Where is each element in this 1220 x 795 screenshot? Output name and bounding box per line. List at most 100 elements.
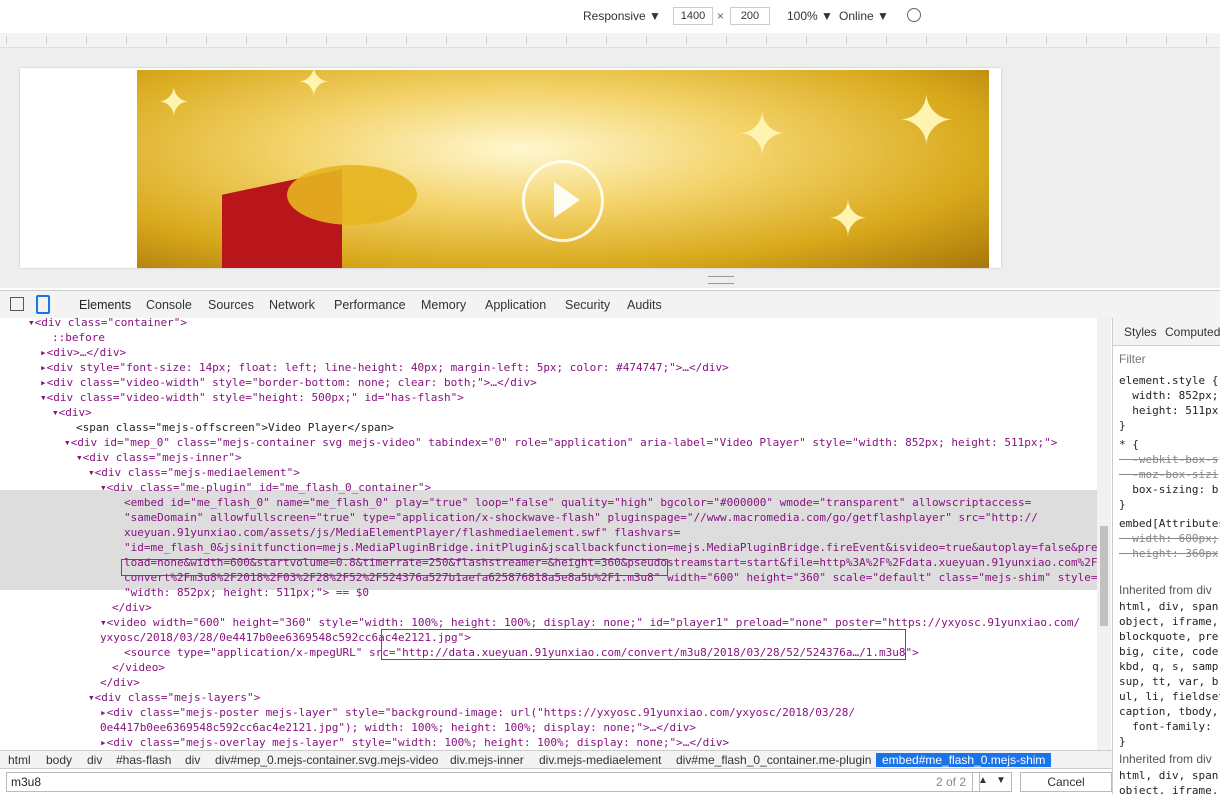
tab-memory[interactable]: Memory xyxy=(421,298,466,312)
style-rule-line[interactable]: } xyxy=(1119,735,1126,748)
style-rule-line[interactable]: } xyxy=(1119,498,1126,511)
tab-security[interactable]: Security xyxy=(565,298,610,312)
style-rule-line[interactable]: sup, tt, var, b, xyxy=(1119,675,1220,688)
styles-panel: Styles Computed element.style { width: 8… xyxy=(1112,318,1220,794)
styles-filter-input[interactable] xyxy=(1117,350,1217,368)
style-rule-line[interactable]: * { xyxy=(1119,438,1139,451)
breadcrumb-item[interactable]: body xyxy=(46,753,72,767)
breadcrumb-item[interactable]: embed#me_flash_0.mejs-shim xyxy=(876,753,1052,767)
dom-node-line[interactable]: ▸<div class="mejs-poster mejs-layer" sty… xyxy=(100,705,855,720)
search-input[interactable] xyxy=(6,772,980,792)
star-decoration: ✦ xyxy=(297,70,331,105)
style-rule-line[interactable]: width: 600px; xyxy=(1119,532,1218,545)
style-rule-line[interactable]: blockquote, pre, xyxy=(1119,630,1220,643)
style-rule-line[interactable]: object, iframe, xyxy=(1119,784,1218,794)
elements-scrollbar[interactable] xyxy=(1097,318,1111,750)
style-rule-line[interactable]: -webkit-box-s xyxy=(1119,453,1218,466)
breadcrumb-item[interactable]: div#mep_0.mejs-container.svg.mejs-video xyxy=(215,753,438,767)
star-decoration: ✦ xyxy=(827,191,869,247)
media-query-ruler xyxy=(0,33,1220,48)
dom-node-line[interactable]: ▾<video width="600" height="360" style="… xyxy=(100,615,1080,630)
dom-node-line[interactable]: ▸<div class="video-width" style="border-… xyxy=(40,375,537,390)
breadcrumb-item[interactable]: div.mejs-mediaelement xyxy=(539,753,662,767)
style-rule-line[interactable]: ul, li, fieldset xyxy=(1119,690,1220,703)
zoom-select[interactable]: 100% ▼ xyxy=(787,9,833,23)
search-match-count: 2 of 2 xyxy=(936,775,967,789)
tab-computed[interactable]: Computed xyxy=(1165,325,1220,339)
style-rule-line[interactable]: object, iframe, xyxy=(1119,615,1218,628)
style-rule-line[interactable]: caption, tbody, xyxy=(1119,705,1218,718)
dom-node-line[interactable]: ▾<div class="video-width" style="height:… xyxy=(40,390,464,405)
style-rule-line[interactable]: html, div, span, xyxy=(1119,769,1220,782)
dom-node-line[interactable]: ▾<div class="container"> xyxy=(28,318,187,330)
dom-node-line[interactable]: "width: 852px; height: 511px;"> == $0 xyxy=(124,585,369,600)
tab-elements[interactable]: Elements xyxy=(79,298,131,312)
dom-node-line[interactable]: ▸<div class="mejs-overlay mejs-layer" st… xyxy=(100,735,729,750)
style-rule-line[interactable]: kbd, q, s, samp, xyxy=(1119,660,1220,673)
search-nav: ▲ ▼ xyxy=(972,772,1012,792)
style-rule-line[interactable]: big, cite, code, xyxy=(1119,645,1220,658)
dom-node-line[interactable]: ::before xyxy=(52,330,105,345)
device-mode-select[interactable]: Responsive ▼ xyxy=(583,9,661,23)
tab-network[interactable]: Network xyxy=(269,298,315,312)
style-rule-line[interactable]: height: 511px; xyxy=(1119,404,1220,417)
style-rule-line[interactable]: font-family: xyxy=(1119,720,1211,733)
dom-node-line[interactable]: "id=me_flash_0&jsinitfunction=mejs.Media… xyxy=(124,540,1097,555)
breadcrumb-item[interactable]: #has-flash xyxy=(116,753,171,767)
dom-node-line[interactable]: 0e4417b0ee6369548c592cc6ac4e2121.jpg"); … xyxy=(100,720,696,735)
dom-node-line[interactable]: </video> xyxy=(112,660,165,675)
style-rule-line[interactable]: Inherited from div xyxy=(1119,583,1212,597)
dom-node-line[interactable]: ▸<div>…</div> xyxy=(40,345,126,360)
search-prev-button[interactable]: ▲ xyxy=(978,775,988,786)
viewport-width-input[interactable] xyxy=(673,7,713,25)
dom-node-line[interactable]: </div> xyxy=(100,675,140,690)
style-rule-line[interactable]: -moz-box-sizi xyxy=(1119,468,1218,481)
breadcrumb-item[interactable]: div xyxy=(87,753,102,767)
style-rule-line[interactable]: width: 852px; xyxy=(1119,389,1218,402)
style-rule-line[interactable]: Inherited from div xyxy=(1119,752,1212,766)
dom-node-line[interactable]: ▾<div class="mejs-layers"> xyxy=(88,690,260,705)
resize-handle[interactable] xyxy=(708,276,734,284)
dom-node-line[interactable]: ▾<div> xyxy=(52,405,92,420)
elements-tree: ▾<div class="container">::before ▸<div>…<… xyxy=(0,318,1097,750)
tab-performance[interactable]: Performance xyxy=(334,298,406,312)
network-throttle-select[interactable]: Online ▼ xyxy=(839,9,889,23)
tab-audits[interactable]: Audits xyxy=(627,298,662,312)
dom-node-line[interactable]: "sameDomain" allowfullscreen="true" type… xyxy=(124,510,1038,525)
style-rule-line[interactable]: element.style { xyxy=(1119,374,1218,387)
style-rule-line[interactable]: } xyxy=(1119,419,1126,432)
page-preview: ✦ ✦ ✦ ✦ ✦ xyxy=(20,68,1001,268)
search-next-button[interactable]: ▼ xyxy=(996,775,1006,786)
tab-console[interactable]: Console xyxy=(146,298,192,312)
viewport-height-input[interactable] xyxy=(730,7,770,25)
find-bar: 2 of 2 ▲ ▼ Cancel xyxy=(0,768,1112,795)
tab-sources[interactable]: Sources xyxy=(208,298,254,312)
breadcrumb-item[interactable]: div xyxy=(185,753,200,767)
dom-node-line[interactable]: ▾<div id="mep_0" class="mejs-container s… xyxy=(64,435,1057,450)
rotate-icon[interactable] xyxy=(907,8,921,22)
breadcrumb-item[interactable]: html xyxy=(8,753,31,767)
tab-application[interactable]: Application xyxy=(485,298,546,312)
breadcrumb-item[interactable]: div.mejs-inner xyxy=(450,753,524,767)
device-toggle-icon[interactable] xyxy=(36,295,50,314)
dom-node-line[interactable]: <embed id="me_flash_0" name="me_flash_0"… xyxy=(124,495,1031,510)
dom-node-line[interactable]: xueyuan.91yunxiao.com/assets/js/MediaEle… xyxy=(124,525,680,540)
search-match-box xyxy=(381,629,906,660)
dom-node-line[interactable]: <span class="mejs-offscreen">Video Playe… xyxy=(76,420,394,435)
inspect-element-icon[interactable] xyxy=(10,297,24,311)
style-rule-line[interactable]: box-sizing: b xyxy=(1119,483,1218,496)
tab-styles[interactable]: Styles xyxy=(1124,325,1157,339)
style-rule-line[interactable]: height: 360px xyxy=(1119,547,1218,560)
style-rule-line[interactable]: embed[Attributes xyxy=(1119,517,1220,530)
dom-node-line[interactable]: ▸<div style="font-size: 14px; float: lef… xyxy=(40,360,729,375)
dom-node-line[interactable]: ▾<div class="me-plugin" id="me_flash_0_c… xyxy=(100,480,431,495)
breadcrumb-item[interactable]: div#me_flash_0_container.me-plugin xyxy=(676,753,871,767)
dom-node-line[interactable]: ▾<div class="mejs-inner"> xyxy=(76,450,242,465)
style-rule-line[interactable]: html, div, span, xyxy=(1119,600,1220,613)
dom-node-line[interactable]: </div> xyxy=(112,600,152,615)
dimension-separator: × xyxy=(717,9,725,23)
play-button[interactable] xyxy=(522,160,604,242)
search-cancel-button[interactable]: Cancel xyxy=(1020,772,1112,792)
search-match-box xyxy=(121,559,668,576)
dom-node-line[interactable]: ▾<div class="mejs-mediaelement"> xyxy=(88,465,300,480)
